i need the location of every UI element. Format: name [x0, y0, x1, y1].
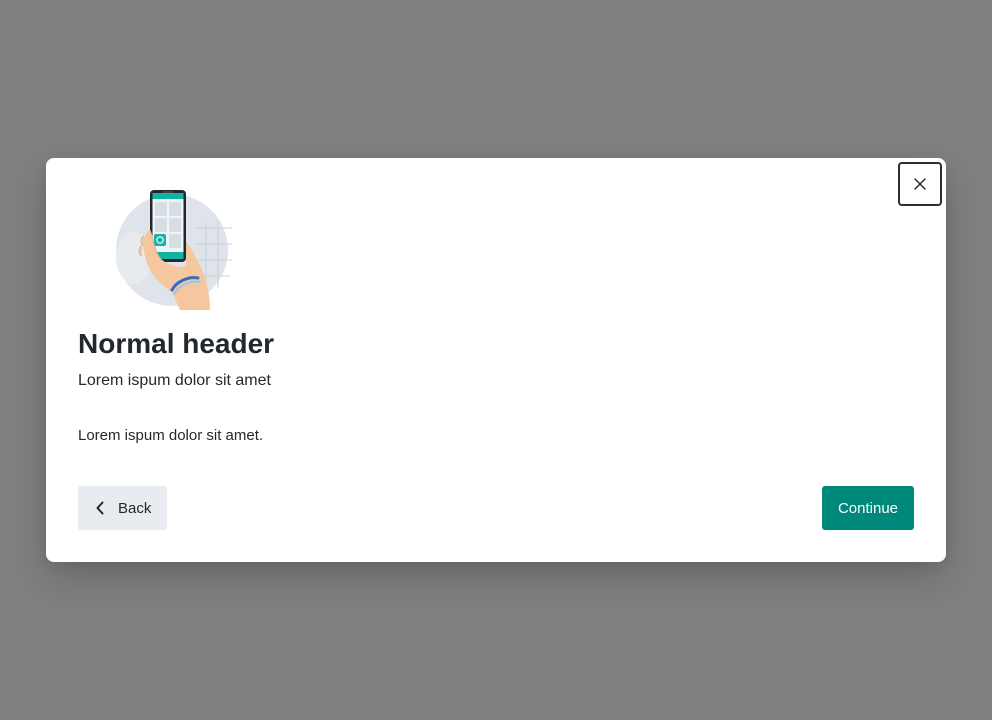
continue-button-label: Continue [837, 499, 899, 517]
hand-holding-phone-icon [116, 190, 232, 310]
close-icon [914, 178, 926, 190]
modal-dialog: Normal header Lorem ispum dolor sit amet… [46, 158, 946, 562]
close-button[interactable] [898, 162, 942, 206]
back-button-label: Back [118, 499, 152, 517]
modal-title: Normal header [78, 328, 275, 359]
modal-body-text: Lorem ispum dolor sit amet. [78, 427, 264, 444]
chevron-left-icon [92, 500, 108, 516]
modal-subtitle: Lorem ispum dolor sit amet [78, 372, 271, 389]
continue-button[interactable]: Continue [822, 486, 914, 530]
back-button[interactable]: Back [78, 486, 168, 530]
